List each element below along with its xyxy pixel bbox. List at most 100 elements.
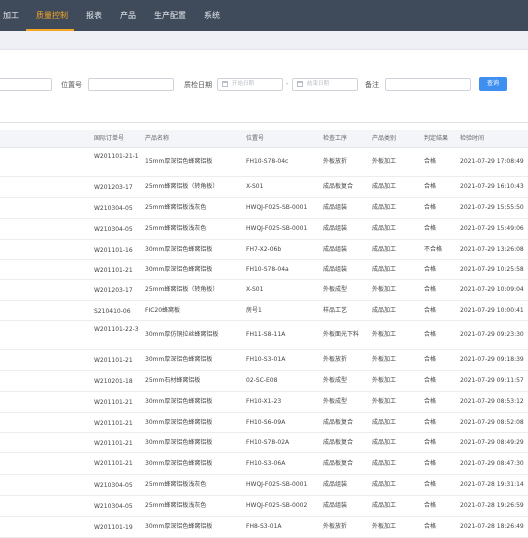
column-header-product-name[interactable]: 产品名称 [145,130,169,147]
category-cell: 成品加工 [372,265,397,273]
product-name-cell: 25mm蜂窝铝板浅灰色 [145,225,207,232]
table-row[interactable]: W201101-22-3 30mm厚仿铜拉丝蜂窝铝板 FH11-S8-11A 外板面光… [0,321,528,350]
order-no-cell: W201101-16 [94,247,133,254]
product-name-cell: 25mm蜂窝铝板（转角板） [145,183,219,190]
product-name-cell: 30mm厚深铝色蜂窝铝板 [145,265,213,273]
result-cell: 合格 [424,356,437,363]
process-cell: 成品板复合 [323,459,354,467]
order-no-cell: W210304-05 [94,482,133,489]
process-cell: 成品组装 [323,502,348,509]
order-no-cell: W201101-21 [94,440,133,447]
end-date-picker[interactable]: 结束日期 [292,78,358,91]
table-row[interactable]: W210304-05 25mm蜂窝铝板浅灰色 HWQJ-F025-SB-0001 成品… [0,198,528,219]
process-cell: 外板放折 [323,356,348,363]
table-row[interactable]: W210304-05 25mm蜂窝铝板浅灰色 HWQJ-F025-SB-0001 成品… [0,219,528,240]
process-cell: 外板面光下料 [323,331,360,338]
position-label: 位置号 [61,81,82,89]
order-no-cell: W201101-21 [94,460,133,467]
position-cell: HWQJ-F025-SB-0001 [246,481,308,488]
nav-item-system[interactable]: 系统 [204,0,220,31]
position-cell: HWQJ-F025-SB-0001 [246,225,308,232]
nav-item-reports[interactable]: 报表 [86,0,102,31]
table-row[interactable]: W201101-21 30mm厚深铝色蜂窝铝板 FH10-S3-01A 外板放折 外板加… [0,350,528,371]
product-name-cell: 30mm厚深铝色蜂窝铝板 [145,523,213,530]
product-name-cell: 30mm厚深铝色蜂窝铝板 [145,438,213,446]
result-cell: 不合格 [424,245,443,253]
category-cell: 成品加工 [372,459,397,467]
calendar-icon [297,81,303,87]
table-row[interactable]: W201101-21 30mm厚深铝色蜂窝铝板 FH10-S3-06A 成品板复合 成品… [0,453,528,475]
order-no-cell: W201101-21 [94,420,133,427]
remark-input[interactable] [385,78,471,91]
start-date-placeholder: 开始日期 [232,81,255,87]
category-cell: 外板加工 [372,356,397,363]
category-cell: 成品加工 [372,225,397,232]
process-cell: 外板成型 [323,286,348,293]
table-row[interactable]: W201101-21 30mm厚深铝色蜂窝铝板 FH10-S78-04a 成品组装 成品… [0,260,528,280]
position-input[interactable] [88,78,174,91]
start-date-picker[interactable]: 开始日期 [217,78,283,91]
category-cell: 成品加工 [372,502,397,509]
category-cell: 外板加工 [372,331,397,338]
column-header-process[interactable]: 检查工序 [323,130,347,147]
column-header-position[interactable]: 位置号 [246,130,264,147]
table-row[interactable]: W201101-21 30mm厚深铝色蜂窝铝板 FH10-S78-02A 成品板复合 成… [0,433,528,453]
category-cell: 外板加工 [372,158,397,165]
category-cell: 成品加工 [372,306,397,314]
table-row[interactable]: W201203-17 25mm蜂窝铝板（转角板） X-S01 外板成型 外板加工 合格 20… [0,280,528,301]
column-header-inspection-time[interactable]: 检验时间 [460,130,484,147]
remark-label: 备注 [365,81,379,89]
table-row[interactable]: W201203-17 25mm蜂窝铝板（转角板） X-S01 成品板复合 成品加工 合格 2… [0,177,528,198]
table-row[interactable]: W201101-21-1 15mm厚深铝色蜂窝铝板 FH10-S78-04c 外板放折… [0,148,528,177]
category-cell: 成品加工 [372,481,397,488]
inspection-time-cell: 2021-07-29 08:49:29 [460,438,524,446]
position-cell: FH7-X2-06b [246,245,282,253]
result-cell: 合格 [424,331,437,338]
category-cell: 外板加工 [372,286,397,293]
result-cell: 合格 [424,158,437,165]
result-cell: 合格 [424,377,437,384]
product-name-cell: 30mm厚深铝色蜂窝铝板 [145,356,213,363]
result-cell: 合格 [424,398,437,405]
filter-leading-input[interactable] [0,78,52,91]
category-cell: 外板加工 [372,523,397,530]
table-row[interactable]: W210304-05 25mm蜂窝铝板浅灰色 HWQJ-F025-SB-0001 成品… [0,475,528,496]
product-name-cell: 25mm蜂窝铝板浅灰色 [145,204,207,211]
column-header-category[interactable]: 产品类别 [372,130,396,147]
position-cell: FH10-S3-06A [246,459,286,467]
table-row[interactable]: S210410-06 FIC20蜂窝板 房号1 样品工艺 成品加工 合格 2021-07-2… [0,301,528,321]
table-row[interactable]: W201101-21 30mm厚深铝色蜂窝铝板 FH10-X1-23 外板成型 外板加工… [0,392,528,413]
inspection-time-cell: 2021-07-29 10:25:58 [460,265,524,273]
order-no-cell: W201101-22-3 [94,326,139,333]
table-row[interactable]: W201101-21 30mm厚深铝色蜂窝铝板 FH10-S6-09A 成品板复合 成品… [0,413,528,433]
product-name-cell: 25mm石材蜂窝铝板 [145,377,201,384]
product-name-cell: 25mm蜂窝铝板浅灰色 [145,502,207,509]
process-cell: 成品组装 [323,245,348,253]
result-cell: 合格 [424,459,437,467]
column-header-result[interactable]: 判定结果 [424,130,448,147]
product-name-cell: 30mm厚仿铜拉丝蜂窝铝板 [145,331,219,338]
result-cell: 合格 [424,502,437,509]
process-cell: 成品组装 [323,225,348,232]
result-cell: 合格 [424,438,437,446]
inspection-time-cell: 2021-07-29 08:52:08 [460,418,524,426]
query-button[interactable]: 查询 [479,77,507,91]
table-row[interactable]: W210304-05 25mm蜂窝铝板浅灰色 HWQJ-F025-SB-0002 成品… [0,496,528,517]
process-cell: 成品组装 [323,204,348,211]
qc-date-label: 质检日期 [184,81,212,89]
product-name-cell: 30mm厚深铝色蜂窝铝板 [145,459,213,467]
inspection-time-cell: 2021-07-29 10:09:04 [460,286,524,293]
result-cell: 合格 [424,204,437,211]
nav-item-production-config[interactable]: 生产配置 [154,0,186,31]
inspection-time-cell: 2021-07-29 10:00:41 [460,306,524,314]
table-row[interactable]: W210201-18 25mm石材蜂窝铝板 02-SC-E08 外板成型 外板加工 合格 2… [0,371,528,392]
nav-item-products[interactable]: 产品 [120,0,136,31]
position-cell: 02-SC-E08 [246,377,278,384]
category-cell: 外板加工 [372,398,397,405]
order-no-cell: W201101-19 [94,524,133,531]
table-row[interactable]: W201101-16 30mm厚深铝色蜂窝铝板 FH7-X2-06b 成品组装 成品加工… [0,240,528,260]
nav-item-processing[interactable]: 加工 [3,0,19,31]
column-header-order-no[interactable]: 国际订单号 [94,130,124,147]
product-name-cell: FIC20蜂窝板 [145,306,181,314]
nav-item-quality-control[interactable]: 质量控制 [36,0,68,31]
